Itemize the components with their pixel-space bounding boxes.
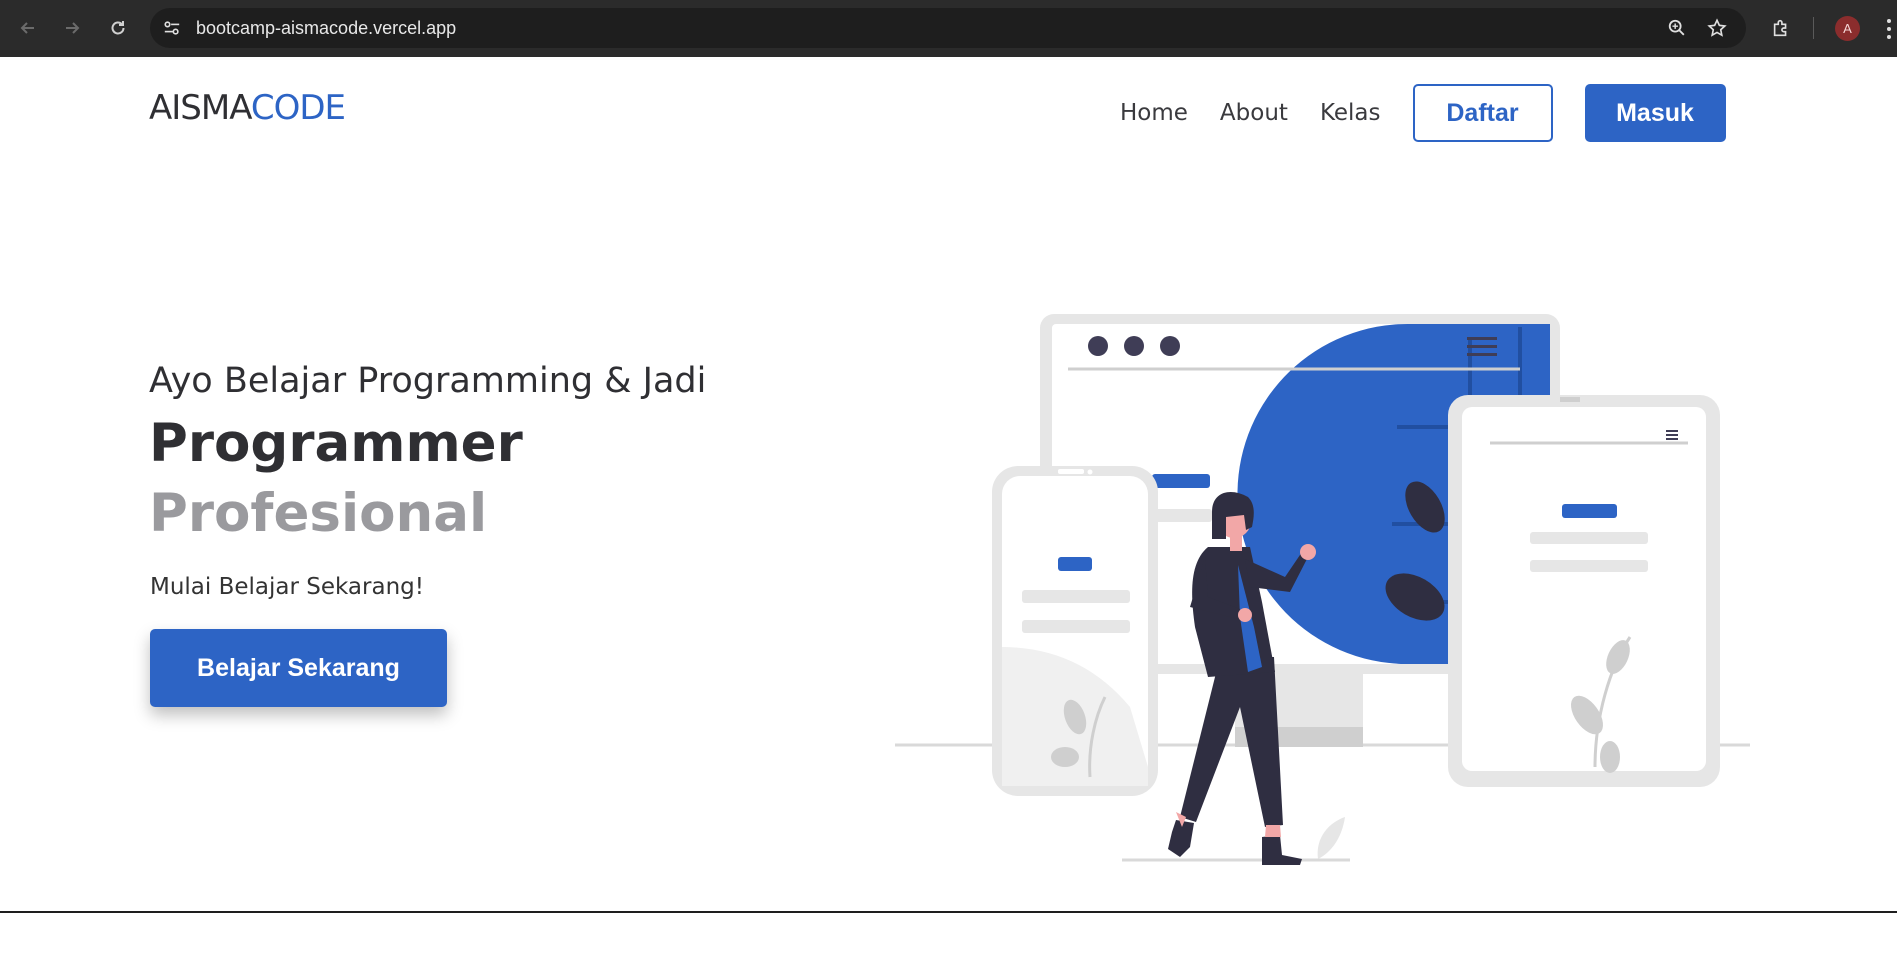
more-vert-icon[interactable]	[1884, 16, 1894, 42]
main-nav: Home About Kelas Daftar Masuk	[1120, 84, 1726, 142]
url-text[interactable]: bootcamp-aismacode.vercel.app	[196, 18, 456, 39]
toolbar-divider	[1813, 17, 1814, 39]
page-bottom-border	[0, 911, 1897, 913]
hero-subtitle: Mulai Belajar Sekarang!	[150, 574, 424, 600]
nav-kelas-link[interactable]: Kelas	[1320, 100, 1381, 126]
hero-heading-line1: Ayo Belajar Programming & Jadi	[149, 361, 707, 401]
site-info-icon[interactable]	[160, 17, 184, 39]
star-icon[interactable]	[1706, 17, 1728, 39]
nav-home-link[interactable]: Home	[1120, 100, 1188, 126]
daftar-button[interactable]: Daftar	[1412, 84, 1553, 142]
browser-toolbar: bootcamp-aismacode.vercel.app A	[0, 0, 1897, 57]
masuk-button[interactable]: Masuk	[1584, 84, 1726, 142]
logo-part-accent: CODE	[250, 88, 346, 128]
hero-heading-line2: Programmer	[149, 413, 523, 474]
extensions-icon[interactable]	[1767, 14, 1795, 42]
hero-heading-line3: Profesional	[149, 483, 488, 544]
forward-arrow-icon[interactable]	[58, 14, 86, 42]
web-page: AISMACODE Home About Kelas Daftar Masuk …	[0, 57, 1897, 970]
site-logo[interactable]: AISMACODE	[149, 88, 346, 128]
nav-about-link[interactable]: About	[1220, 100, 1288, 126]
belajar-sekarang-button[interactable]: Belajar Sekarang	[150, 629, 447, 707]
profile-avatar[interactable]: A	[1835, 16, 1860, 41]
hero-illustration	[895, 314, 1750, 865]
reload-icon[interactable]	[104, 14, 132, 42]
zoom-icon[interactable]	[1666, 17, 1688, 39]
address-bar[interactable]: bootcamp-aismacode.vercel.app	[150, 8, 1746, 48]
logo-part-dark: AISMA	[149, 88, 252, 128]
back-arrow-icon[interactable]	[14, 14, 42, 42]
avatar-letter: A	[1843, 21, 1852, 36]
